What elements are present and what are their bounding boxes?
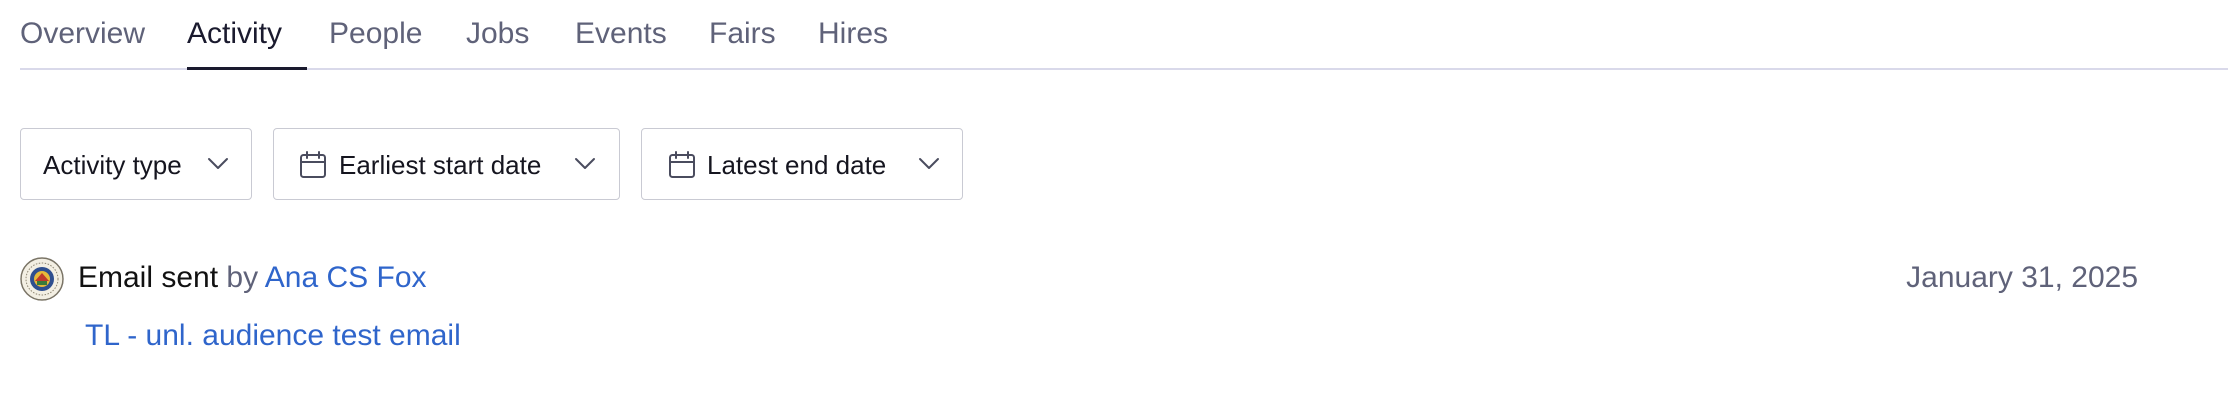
tab-jobs[interactable]: Jobs	[466, 14, 529, 54]
latest-end-date-dropdown[interactable]: Latest end date	[641, 128, 963, 200]
active-tab-indicator	[187, 67, 307, 70]
activity-type-dropdown[interactable]: Activity type	[20, 128, 252, 200]
activity-action: Email sent	[78, 261, 219, 294]
earliest-start-date-label: Earliest start date	[339, 150, 542, 180]
tab-activity[interactable]: Activity	[187, 14, 282, 54]
tab-overview[interactable]: Overview	[20, 14, 145, 54]
activity-title: Email sent by Ana CS Fox	[78, 259, 427, 297]
latest-end-date-label: Latest end date	[707, 150, 887, 180]
earliest-start-date-dropdown[interactable]: Earliest start date	[273, 128, 620, 200]
activity-subject-link[interactable]: TL - unl. audience test email	[85, 317, 461, 355]
tab-people[interactable]: People	[329, 14, 422, 54]
calendar-icon	[300, 151, 326, 178]
tab-fairs[interactable]: Fairs	[709, 14, 776, 54]
calendar-icon	[669, 151, 695, 178]
tab-hires[interactable]: Hires	[818, 14, 888, 54]
tab-events[interactable]: Events	[575, 14, 667, 54]
seal-avatar-icon	[20, 257, 64, 301]
activity-date: January 31, 2025	[1906, 261, 2138, 294]
activity-by-text: by	[226, 261, 259, 294]
avatar	[20, 257, 64, 301]
activity-actor-link[interactable]: Ana CS Fox	[265, 261, 427, 294]
activity-type-label: Activity type	[43, 150, 182, 180]
chevron-down-icon	[575, 158, 595, 169]
chevron-down-icon	[919, 158, 939, 169]
chevron-down-icon	[208, 158, 228, 169]
tab-bar: Overview Activity People Jobs Events Fai…	[20, 0, 2228, 70]
